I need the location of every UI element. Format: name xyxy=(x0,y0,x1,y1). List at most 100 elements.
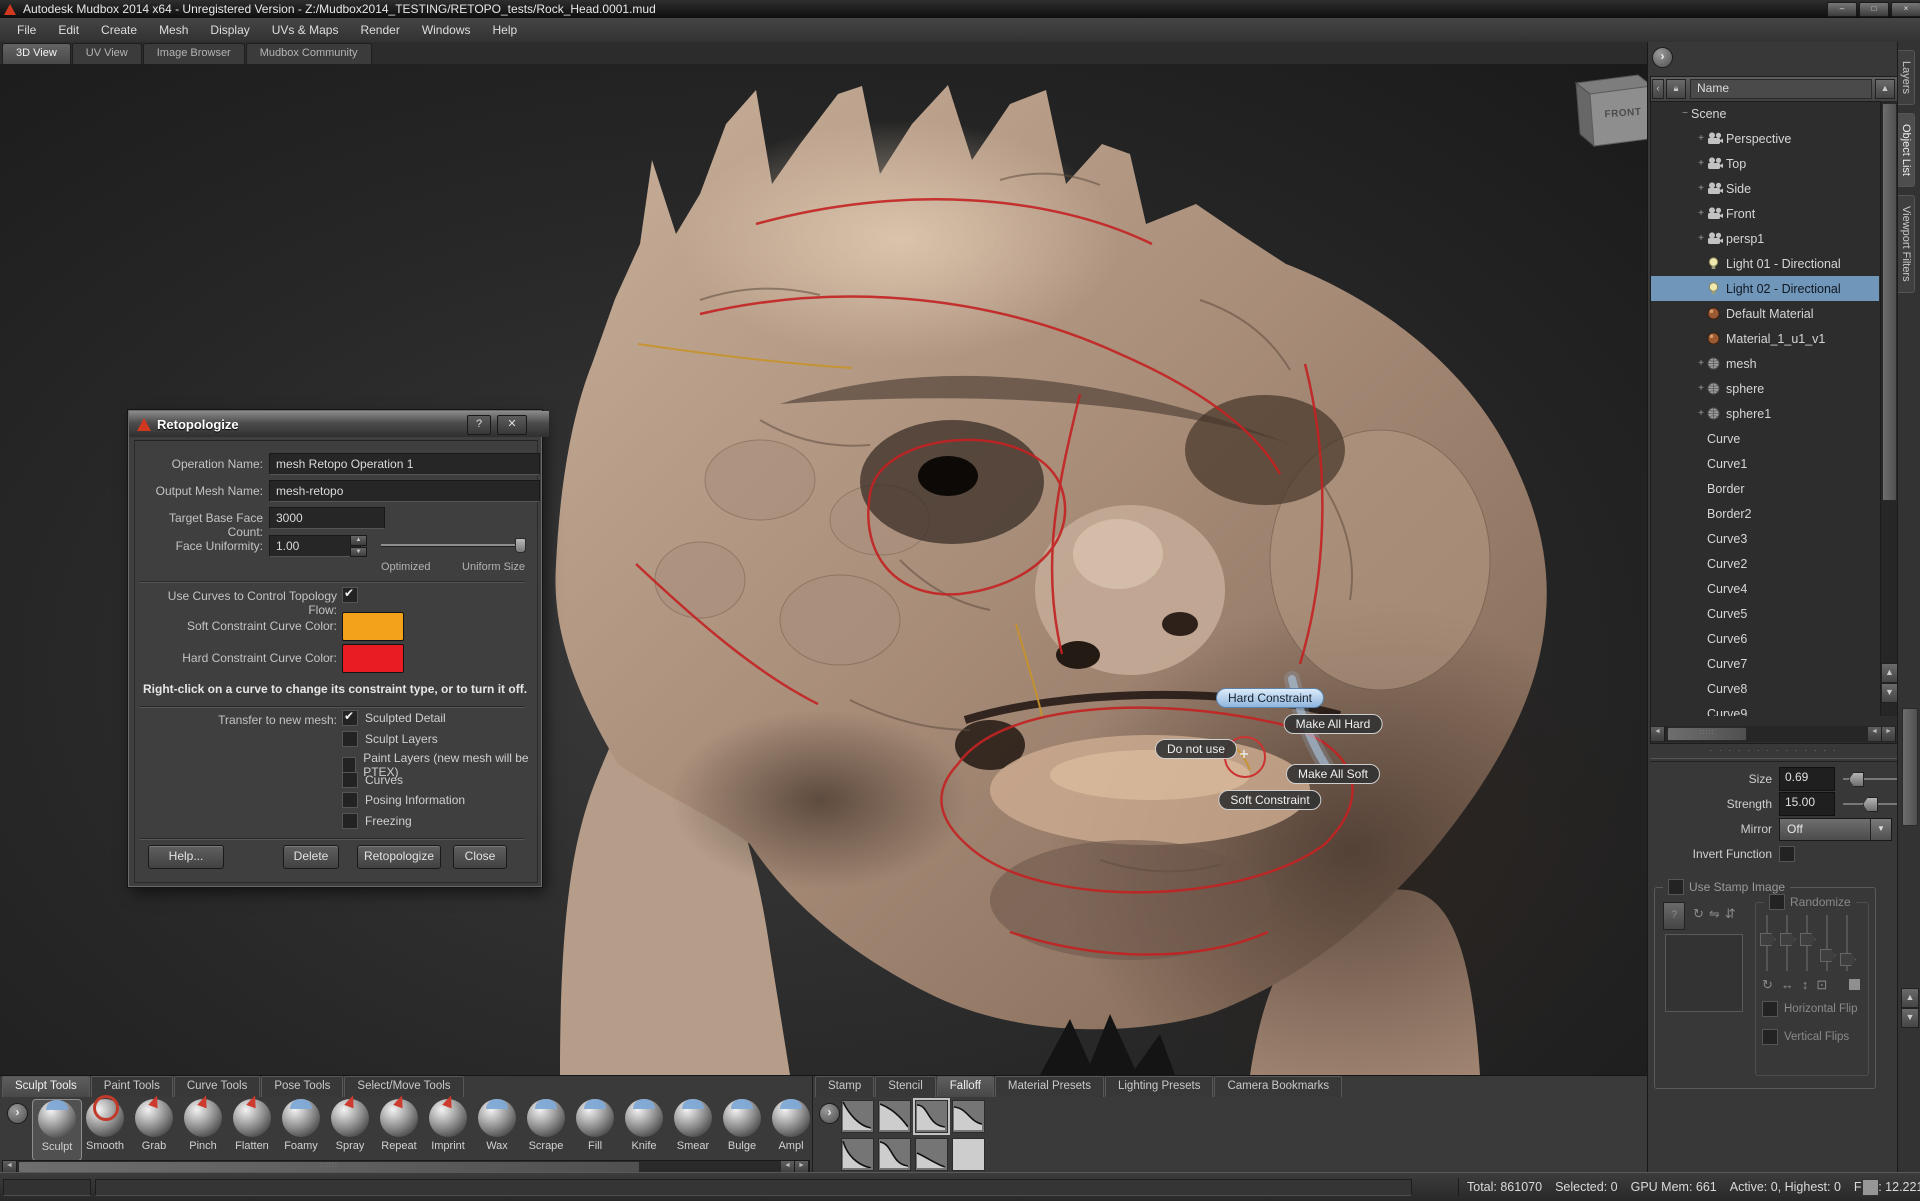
tool-imprint[interactable]: Imprint xyxy=(424,1099,472,1159)
tool-sculpt[interactable]: Sculpt xyxy=(32,1099,82,1161)
bulge-tool-icon[interactable] xyxy=(723,1099,761,1137)
lock-icon[interactable]: 🔒︎ xyxy=(1666,79,1686,99)
marking-menu-make-all-hard[interactable]: Make All Hard xyxy=(1284,714,1383,734)
menu-item-display[interactable]: Display xyxy=(199,19,260,42)
tool-foamy[interactable]: Foamy xyxy=(277,1099,325,1159)
freezing-checkbox[interactable] xyxy=(342,813,358,829)
falloff-preset-8[interactable] xyxy=(952,1138,985,1171)
expander-icon[interactable]: + xyxy=(1695,208,1707,219)
tool-smear[interactable]: Smear xyxy=(669,1099,717,1159)
tree-item-default-material[interactable]: Default Material xyxy=(1651,301,1879,326)
marking-menu-make-all-soft[interactable]: Make All Soft xyxy=(1286,764,1380,784)
target-face-count-input[interactable]: 3000 xyxy=(269,507,385,529)
tree-item-light-01-directional[interactable]: Light 01 - Directional xyxy=(1651,251,1879,276)
help-button[interactable]: Help... xyxy=(148,845,224,869)
tree-item-material-1-u1-v1[interactable]: Material_1_u1_v1 xyxy=(1651,326,1879,351)
side-tab-object-list[interactable]: Object List xyxy=(1898,113,1915,187)
tab-3d-view[interactable]: 3D View xyxy=(2,43,71,64)
3d-viewport[interactable]: FRONT Hard ConstraintMake All HardDo not… xyxy=(0,64,1647,1075)
status-grip[interactable] xyxy=(1862,1179,1879,1196)
color-swatch-icon[interactable] xyxy=(1849,979,1860,990)
tree-item-curve3[interactable]: Curve3 xyxy=(1651,526,1879,551)
expander-icon[interactable]: − xyxy=(1679,108,1691,119)
pinch-tool-icon[interactable] xyxy=(184,1099,222,1137)
panel-collapse-icon[interactable]: › xyxy=(1652,47,1673,68)
scroll-down-icon[interactable]: ▼ xyxy=(1881,683,1898,703)
randomize-slider[interactable] xyxy=(1782,915,1792,971)
tab-stencil[interactable]: Stencil xyxy=(875,1076,936,1097)
tool-fill[interactable]: Fill xyxy=(571,1099,619,1159)
randomize-slider[interactable] xyxy=(1822,915,1832,971)
vertical-flip-checkbox[interactable] xyxy=(1762,1029,1778,1045)
falloff-preset-6[interactable] xyxy=(878,1138,911,1171)
falloff-preset-5[interactable] xyxy=(841,1138,874,1171)
dialog-help-icon[interactable]: ? xyxy=(467,415,491,435)
curves-checkbox[interactable] xyxy=(342,772,358,788)
sculpt-layers-checkbox[interactable] xyxy=(342,731,358,747)
tree-item-curve7[interactable]: Curve7 xyxy=(1651,651,1879,676)
tool-flatten[interactable]: Flatten xyxy=(228,1099,276,1159)
panel-splitter-handle[interactable]: · · · · · · · · · · · · · · xyxy=(1650,745,1897,755)
stamp-transform-icons[interactable]: ↻⇋⇵ xyxy=(1693,906,1741,922)
tool-grab[interactable]: Grab xyxy=(130,1099,178,1159)
expander-icon[interactable]: + xyxy=(1695,233,1707,244)
tree-item-curve2[interactable]: Curve2 xyxy=(1651,551,1879,576)
operation-name-input[interactable]: mesh Retopo Operation 1 xyxy=(269,453,540,475)
menu-item-create[interactable]: Create xyxy=(90,19,148,42)
stamp-preview-box[interactable] xyxy=(1665,934,1743,1012)
tool-ampl[interactable]: Ampl xyxy=(767,1099,813,1159)
tree-item-top[interactable]: +Top xyxy=(1651,151,1879,176)
scroll-up-icon[interactable]: ▲ xyxy=(1875,79,1895,99)
size-input[interactable]: 0.69 xyxy=(1779,767,1835,791)
scrape-tool-icon[interactable] xyxy=(527,1099,565,1137)
scroll-left-icon[interactable]: ◄ xyxy=(1868,727,1882,741)
spray-tool-icon[interactable] xyxy=(331,1099,369,1137)
output-mesh-name-input[interactable]: mesh-retopo xyxy=(269,480,540,502)
tree-item-curve4[interactable]: Curve4 xyxy=(1651,576,1879,601)
menu-item-mesh[interactable]: Mesh xyxy=(148,19,199,42)
tree-item-border2[interactable]: Border2 xyxy=(1651,501,1879,526)
tab-mudbox-community[interactable]: Mudbox Community xyxy=(246,43,372,64)
tab-lighting-presets[interactable]: Lighting Presets xyxy=(1105,1076,1213,1097)
tree-horizontal-scrollbar[interactable]: ◄ ::::: ◄ ► xyxy=(1651,726,1896,742)
tab-paint-tools[interactable]: Paint Tools xyxy=(91,1076,173,1097)
chevron-down-icon[interactable]: ▼ xyxy=(1870,819,1891,840)
header-arrow-icon[interactable]: ‹ xyxy=(1652,79,1664,99)
tree-item-curve6[interactable]: Curve6 xyxy=(1651,626,1879,651)
randomize-checkbox[interactable] xyxy=(1769,894,1785,910)
side-tab-viewport-filters[interactable]: Viewport Filters xyxy=(1898,195,1915,293)
tree-item-side[interactable]: +Side xyxy=(1651,176,1879,201)
expander-icon[interactable]: + xyxy=(1695,408,1707,419)
randomize-transform-icons[interactable]: ↻↔↕⊡ xyxy=(1762,977,1835,993)
delete-button[interactable]: Delete xyxy=(283,845,339,869)
falloff-preset-1[interactable] xyxy=(841,1100,874,1133)
mirror-dropdown[interactable]: Off ▼ xyxy=(1779,818,1892,841)
tree-item-sphere[interactable]: +sphere xyxy=(1651,376,1879,401)
sculpted-detail-checkbox[interactable] xyxy=(342,710,358,726)
flatten-tool-icon[interactable] xyxy=(233,1099,271,1137)
smooth-tool-icon[interactable] xyxy=(86,1099,124,1137)
tree-vscroll-thumb[interactable] xyxy=(1882,103,1897,501)
presets-expand-icon[interactable]: › xyxy=(819,1103,840,1124)
scroll-left-icon[interactable]: ◄ xyxy=(1651,727,1665,741)
name-column-header[interactable]: Name xyxy=(1690,79,1872,99)
marking-menu-soft-constraint[interactable]: Soft Constraint xyxy=(1218,790,1321,810)
hard-color-swatch[interactable] xyxy=(342,644,404,673)
tool-bulge[interactable]: Bulge xyxy=(718,1099,766,1159)
tool-knife[interactable]: Knife xyxy=(620,1099,668,1159)
soft-color-swatch[interactable] xyxy=(342,612,404,641)
tool-wax[interactable]: Wax xyxy=(473,1099,521,1159)
tab-image-browser[interactable]: Image Browser xyxy=(143,43,245,64)
falloff-preset-2[interactable] xyxy=(878,1100,911,1133)
falloff-preset-4[interactable] xyxy=(952,1100,985,1133)
tree-vertical-scrollbar[interactable]: ▲ ▼ xyxy=(1880,101,1897,716)
tree-item-sphere1[interactable]: +sphere1 xyxy=(1651,401,1879,426)
falloff-preset-3[interactable] xyxy=(915,1100,948,1133)
randomize-slider[interactable] xyxy=(1762,915,1772,971)
grab-tool-icon[interactable] xyxy=(135,1099,173,1137)
tree-item-border[interactable]: Border xyxy=(1651,476,1879,501)
scroll-up-icon[interactable]: ▲ xyxy=(1881,663,1898,683)
falloff-preset-7[interactable] xyxy=(915,1138,948,1171)
stamp-help-icon[interactable]: ? xyxy=(1663,902,1685,930)
maximize-button[interactable]: □ xyxy=(1859,2,1889,17)
